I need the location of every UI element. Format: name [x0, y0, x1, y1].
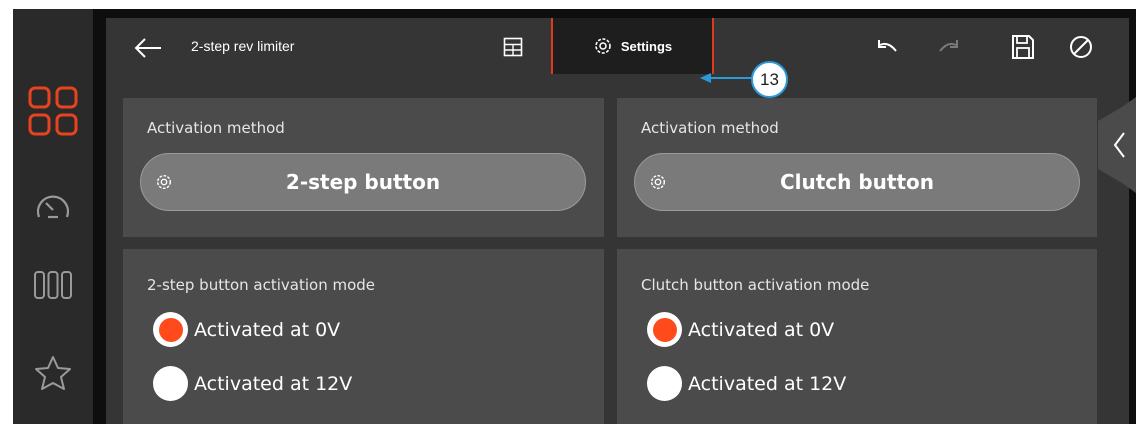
gear-icon	[595, 38, 611, 54]
activation-mode-panel-right: Clutch button activation mode Activated …	[617, 249, 1097, 424]
apps-grid-icon	[28, 86, 78, 136]
sidebar-item-gauges[interactable]	[13, 176, 93, 236]
table-view-button[interactable]	[501, 35, 525, 59]
sidebar-item-apps[interactable]	[13, 81, 93, 141]
page-title: 2-step rev limiter	[191, 38, 295, 54]
callout-badge: 13	[751, 61, 788, 98]
save-button[interactable]	[1009, 32, 1037, 62]
back-button[interactable]	[131, 35, 165, 61]
cancel-button[interactable]	[1067, 33, 1095, 61]
radio-option-12v[interactable]: Activated at 12V	[647, 366, 846, 401]
callout-arrow-icon	[700, 73, 711, 83]
redo-icon	[939, 40, 958, 52]
main-area: 2-step rev limiter Settings Activation m…	[106, 18, 1129, 424]
gauge-icon	[36, 195, 70, 219]
radio-button[interactable]	[153, 312, 188, 347]
tab-settings-label: Settings	[620, 38, 673, 54]
radio-option-0v[interactable]: Activated at 0V	[647, 312, 834, 347]
activation-method-value: 2-step button	[285, 170, 441, 194]
sidebar	[13, 9, 93, 424]
tab-settings[interactable]: Settings	[551, 18, 714, 74]
arrow-left-icon	[134, 38, 161, 58]
radio-button[interactable]	[153, 366, 188, 401]
radio-label: Activated at 0V	[194, 318, 341, 341]
radio-label: Activated at 0V	[688, 318, 835, 341]
star-icon	[35, 356, 71, 390]
activation-method-selector-right[interactable]: Clutch button	[634, 153, 1080, 211]
device-screen: 2-step rev limiter Settings Activation m…	[13, 9, 1136, 424]
save-icon	[1012, 35, 1034, 59]
activation-method-panel-left: Activation method 2-step button	[123, 98, 604, 237]
activation-method-selector-left[interactable]: 2-step button	[140, 153, 586, 211]
undo-icon	[878, 40, 897, 52]
undo-button[interactable]	[874, 36, 900, 60]
radio-label: Activated at 12V	[688, 372, 847, 395]
radio-button[interactable]	[647, 366, 682, 401]
table-grid-icon	[503, 37, 523, 57]
gear-icon	[650, 174, 666, 190]
activation-method-value: Clutch button	[779, 170, 935, 194]
sidebar-item-favorites[interactable]	[13, 343, 93, 403]
activation-mode-panel-left: 2-step button activation mode Activated …	[123, 249, 604, 424]
redo-button[interactable]	[936, 36, 962, 60]
callout-line	[708, 77, 753, 79]
cancel-icon	[1070, 36, 1092, 58]
radio-option-12v[interactable]: Activated at 12V	[153, 366, 352, 401]
panel-title: 2-step button activation mode	[147, 276, 376, 294]
columns-icon	[34, 271, 72, 299]
radio-label: Activated at 12V	[194, 372, 353, 395]
radio-button[interactable]	[647, 312, 682, 347]
panel-title: Activation method	[147, 119, 285, 137]
sidebar-item-panels[interactable]	[13, 255, 93, 315]
panel-title: Clutch button activation mode	[641, 276, 870, 294]
radio-option-0v[interactable]: Activated at 0V	[153, 312, 340, 347]
activation-method-panel-right: Activation method Clutch button	[617, 98, 1097, 237]
gear-icon	[156, 174, 172, 190]
panel-title: Activation method	[641, 119, 779, 137]
collapse-panel-button[interactable]	[1098, 97, 1136, 193]
